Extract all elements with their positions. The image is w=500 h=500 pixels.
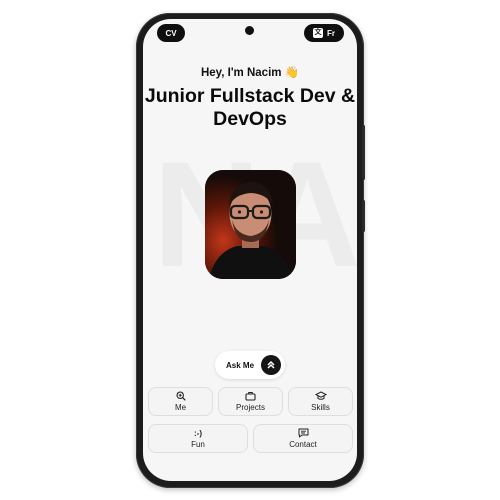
chevrons-up-icon: [261, 355, 281, 375]
cv-button[interactable]: CV: [157, 24, 185, 42]
ask-me-button[interactable]: Ask Me: [215, 351, 285, 379]
zoom-in-icon: [175, 391, 186, 401]
camera-icon: [245, 26, 254, 35]
nav-contact-label: Contact: [289, 440, 317, 449]
language-toggle-button[interactable]: 文 Fr: [304, 24, 344, 42]
briefcase-icon: [245, 391, 256, 401]
nav-projects-button[interactable]: Projects: [218, 387, 283, 416]
nav-contact-button[interactable]: Contact: [253, 424, 353, 453]
translate-icon: 文: [313, 28, 323, 38]
nav-projects-label: Projects: [236, 403, 265, 412]
nav-skills-button[interactable]: Skills: [288, 387, 353, 416]
smiley-icon: :-): [194, 428, 202, 438]
volume-button: [362, 125, 365, 180]
portrait-illustration: [205, 170, 296, 279]
nav-fun-button[interactable]: :-) Fun: [148, 424, 248, 453]
language-label: Fr: [327, 28, 335, 38]
nav-me-label: Me: [174, 403, 187, 412]
nav-me-button[interactable]: Me: [148, 387, 213, 416]
phone-screen: NA CV 文 Fr Hey, I'm Nacim 👋 Junior Fulls…: [143, 19, 357, 481]
message-square-icon: [298, 428, 308, 438]
nav-skills-label: Skills: [311, 403, 330, 412]
nav-fun-label: Fun: [191, 439, 205, 449]
power-button: [362, 200, 365, 232]
graduation-cap-icon: [314, 391, 327, 400]
cv-label: CV: [165, 28, 177, 38]
greeting-text: Hey, I'm Nacim 👋: [200, 67, 299, 79]
profile-photo: [205, 170, 296, 279]
ask-me-label: Ask Me: [226, 360, 255, 370]
page-title: Junior Fullstack Dev & DevOps: [144, 85, 356, 130]
